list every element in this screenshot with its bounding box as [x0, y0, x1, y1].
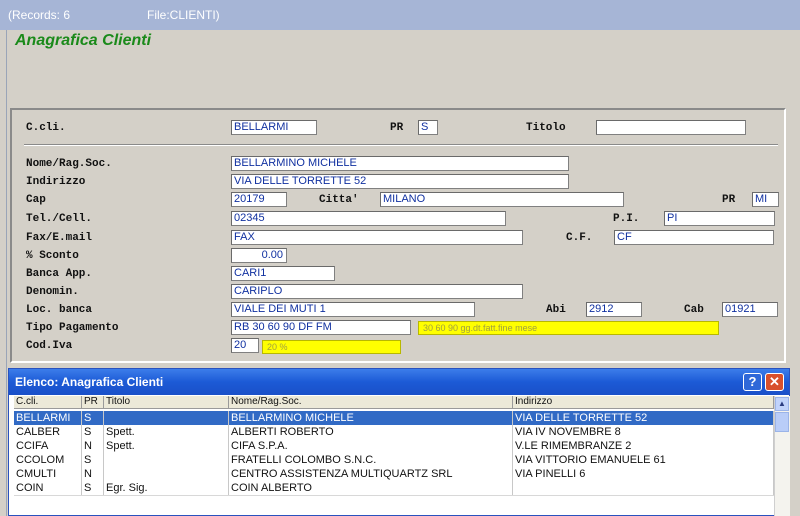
cell-indirizzo [513, 481, 774, 495]
cell-titolo [104, 453, 229, 467]
cell-titolo: Egr. Sig. [104, 481, 229, 495]
cell-titolo: Spett. [104, 439, 229, 453]
nome-label: Nome/Rag.Soc. [26, 158, 112, 170]
cell-nome: CIFA S.P.A. [229, 439, 513, 453]
fax-label: Fax/E.mail [26, 232, 93, 244]
cab-label: Cab [684, 304, 704, 316]
cell-pr: S [82, 481, 104, 495]
table-row[interactable]: CCOLOM S FRATELLI COLOMBO S.N.C. VIA VIT… [14, 453, 774, 467]
tipopag-field[interactable]: RB 30 60 90 DF FM [231, 320, 411, 335]
cell-pr: N [82, 467, 104, 481]
column-header-ccli[interactable]: C.cli. [14, 396, 82, 409]
table-row[interactable]: COIN S Egr. Sig. COIN ALBERTO [14, 481, 774, 495]
cell-ccli: CCIFA [14, 439, 82, 453]
indirizzo-label: Indirizzo [26, 176, 86, 188]
close-button[interactable]: ✕ [765, 373, 784, 391]
cell-pr: N [82, 439, 104, 453]
tel-field[interactable]: 02345 [231, 211, 506, 226]
citta-field[interactable]: MILANO [380, 192, 624, 207]
tel-label: Tel./Cell. [26, 213, 93, 225]
cell-indirizzo: V.LE RIMEMBRANZE 2 [513, 439, 774, 453]
cell-pr: S [82, 425, 104, 439]
cell-titolo: Spett. [104, 425, 229, 439]
close-icon: ✕ [769, 374, 780, 389]
file-name: File:CLIENTI) [147, 8, 220, 22]
cell-nome: COIN ALBERTO [229, 481, 513, 495]
cell-nome: FRATELLI COLOMBO S.N.C. [229, 453, 513, 467]
table-row[interactable]: BELLARMI S BELLARMINO MICHELE VIA DELLE … [14, 411, 774, 425]
indirizzo-field[interactable]: VIA DELLE TORRETTE 52 [231, 174, 569, 189]
banca-label: Banca App. [26, 268, 93, 280]
pi-field[interactable]: PI [664, 211, 775, 226]
list-title: Elenco: Anagrafica Clienti [15, 375, 164, 389]
codiva-description: 20 % [262, 340, 401, 354]
column-header-indirizzo[interactable]: Indirizzo [513, 396, 774, 409]
tipopag-label: Tipo Pagamento [26, 322, 119, 334]
locbanca-field[interactable]: VIALE DEI MUTI 1 [231, 302, 475, 317]
pr2-field[interactable]: MI [752, 192, 779, 207]
ccli-label: C.cli. [26, 122, 66, 134]
column-header-nome[interactable]: Nome/Rag.Soc. [229, 396, 513, 409]
pr-field[interactable]: S [418, 120, 438, 135]
cell-ccli: COIN [14, 481, 82, 495]
window-titlebar[interactable]: (Records: 6 File:CLIENTI) [0, 0, 800, 30]
table-row[interactable]: CALBER S Spett. ALBERTI ROBERTO VIA IV N… [14, 425, 774, 439]
citta-label: Citta' [319, 194, 359, 206]
cell-pr: S [82, 453, 104, 467]
help-button[interactable]: ? [743, 373, 762, 391]
cell-ccli: CCOLOM [14, 453, 82, 467]
tipopag-description: 30 60 90 gg.dt.fatt.fine mese [418, 321, 719, 335]
row-divider [14, 495, 774, 496]
codiva-label: Cod.Iva [26, 340, 73, 352]
banca-field[interactable]: CARI1 [231, 266, 335, 281]
cell-ccli: CMULTI [14, 467, 82, 481]
pi-label: P.I. [613, 213, 640, 225]
cell-indirizzo: VIA PINELLI 6 [513, 467, 774, 481]
cell-nome: BELLARMINO MICHELE [229, 411, 513, 425]
abi-label: Abi [546, 304, 566, 316]
list-titlebar[interactable]: Elenco: Anagrafica Clienti [9, 369, 789, 395]
sconto-label: % Sconto [26, 250, 79, 262]
denomin-label: Denomin. [26, 286, 79, 298]
cell-ccli: BELLARMI [14, 411, 82, 425]
denomin-field[interactable]: CARIPLO [231, 284, 523, 299]
sconto-field[interactable]: 0.00 [231, 248, 287, 263]
pr-label: PR [390, 122, 404, 134]
column-header-pr[interactable]: PR [82, 396, 104, 409]
cf-field[interactable]: CF [614, 230, 774, 245]
cap-label: Cap [26, 194, 46, 206]
cf-label: C.F. [566, 232, 593, 244]
locbanca-label: Loc. banca [26, 304, 93, 316]
scroll-up-icon[interactable]: ▲ [775, 397, 789, 411]
cell-titolo [104, 411, 229, 425]
form-title: Anagrafica Clienti [15, 32, 152, 49]
column-header-titolo[interactable]: Titolo [104, 396, 229, 409]
cell-indirizzo: VIA IV NOVEMBRE 8 [513, 425, 774, 439]
nome-field[interactable]: BELLARMINO MICHELE [231, 156, 569, 171]
cell-indirizzo: VIA VITTORIO EMANUELE 61 [513, 453, 774, 467]
codiva-field[interactable]: 20 [231, 338, 259, 353]
abi-field[interactable]: 2912 [586, 302, 642, 317]
records-count: (Records: 6 [8, 8, 71, 22]
pr2-label: PR [722, 194, 736, 206]
table-row[interactable]: CMULTI N CENTRO ASSISTENZA MULTIQUARTZ S… [14, 467, 774, 481]
cell-nome: ALBERTI ROBERTO [229, 425, 513, 439]
cell-ccli: CALBER [14, 425, 82, 439]
titolo-field[interactable] [596, 120, 746, 135]
cell-titolo [104, 467, 229, 481]
table-row[interactable]: CCIFA N Spett. CIFA S.P.A. V.LE RIMEMBRA… [14, 439, 774, 453]
cell-nome: CENTRO ASSISTENZA MULTIQUARTZ SRL [229, 467, 513, 481]
help-icon: ? [748, 374, 757, 389]
cell-pr: S [82, 411, 104, 425]
cab-field[interactable]: 01921 [722, 302, 778, 317]
ccli-field[interactable]: BELLARMI [231, 120, 317, 135]
cell-indirizzo: VIA DELLE TORRETTE 52 [513, 411, 774, 425]
form-separator [24, 144, 778, 146]
cap-field[interactable]: 20179 [231, 192, 287, 207]
titolo-label: Titolo [526, 122, 566, 134]
scrollbar-thumb[interactable] [775, 412, 789, 432]
fax-field[interactable]: FAX [231, 230, 523, 245]
